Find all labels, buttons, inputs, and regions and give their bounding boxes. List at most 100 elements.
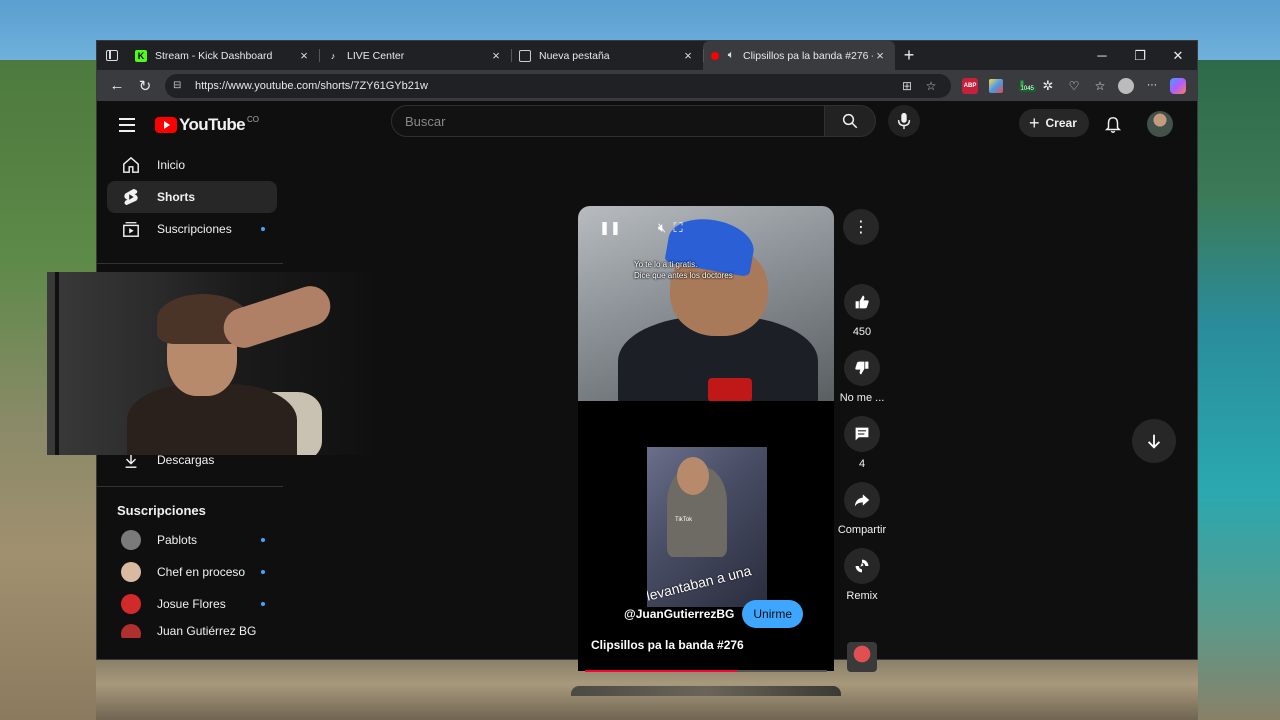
comments-action: 4 [837,416,887,470]
channel-handle[interactable]: @JuanGutierrezBG [624,607,734,621]
pause-icon[interactable]: ❚❚ [598,218,622,238]
share-action: Compartir [837,482,887,536]
subscription-item-chef-en-proceso[interactable]: Chef en proceso [107,556,277,588]
copilot-button[interactable] [1165,73,1191,99]
short-video-player[interactable]: ❚❚ 🔇︎ ⛶ Yo te lo a ti gratis. Dice que a… [578,206,834,401]
account-avatar[interactable] [1147,111,1173,137]
adblock-extension[interactable]: ABP [957,73,983,99]
app-available-icon[interactable]: ⊞ [895,79,919,93]
share-label: Compartir [837,524,887,536]
next-short-button[interactable] [1132,419,1176,463]
close-tab-icon[interactable]: × [873,48,887,63]
video-frame-shape [708,378,752,401]
notifications-button[interactable] [1101,113,1125,137]
new-tab-button[interactable]: + [895,45,923,66]
short-video-lower[interactable]: TikTok levantaban a una [578,401,834,671]
actions-rail: 450 No me ... 4 Compartir Remix [837,284,887,614]
favorites-button[interactable]: ☆ [1087,73,1113,99]
close-tab-icon[interactable]: × [297,48,311,63]
channel-name: Chef en proceso [157,565,246,579]
share-icon [854,494,870,507]
photos-extension[interactable] [983,73,1009,99]
browser-essentials-button[interactable]: ♡ [1061,73,1087,99]
sidebar-item-label: Inicio [157,158,186,172]
search-icon [842,113,858,129]
youtube-logo[interactable]: YouTube CO [155,115,259,135]
favorite-star-icon[interactable]: ☆ [919,79,943,93]
sidebar-item-inicio[interactable]: Inicio [107,149,277,181]
thumbs-up-icon [855,295,869,309]
tab-new-tab[interactable]: Nueva pestaña × [511,41,703,70]
sidebar-item-suscripciones[interactable]: Suscripciones [107,213,277,245]
join-button[interactable]: Unirme [742,600,804,628]
more-dots-icon: ⋯ [1147,80,1157,91]
share-button[interactable] [844,482,880,518]
fullscreen-icon[interactable]: ⛶ [666,218,690,238]
webcam-shape [55,272,59,455]
search-button[interactable] [824,105,876,137]
remix-action: Remix [837,548,887,602]
download-extension[interactable]: ⬇1045 [1009,73,1036,99]
thumbs-down-icon [855,361,869,375]
comments-button[interactable] [844,416,880,452]
sidebar-item-shorts[interactable]: Shorts [107,181,277,213]
extensions-button[interactable]: ✲ [1035,73,1061,99]
kick-icon: K [135,49,147,62]
tab-youtube-short[interactable]: 🔈︎ Clipsillos pa la banda #276 - × [703,41,895,70]
site-info-icon[interactable]: ⊟ [173,80,187,91]
settings-menu-button[interactable]: ⋯ [1139,73,1165,99]
subscription-item-juan-gutierrez[interactable]: Juan Gutiérrez BG [107,620,277,638]
restore-icon[interactable]: ❐ [1121,41,1159,70]
clip-overlay-text: levantaban a una [647,562,753,604]
minimize-icon[interactable]: ─ [1083,41,1121,70]
url-text[interactable]: https://www.youtube.com/shorts/7ZY61GYb2… [195,80,895,92]
microphone-icon [897,112,911,130]
dislike-button[interactable] [844,350,880,386]
workspaces-button[interactable] [97,41,127,70]
video-progress-bar[interactable] [585,670,827,672]
close-tab-icon[interactable]: × [489,48,503,63]
logo-text: YouTube [179,115,246,134]
sidebar-item-label: Shorts [157,190,196,204]
tab-strip: K Stream - Kick Dashboard × ♪ LIVE Cente… [97,41,1197,70]
like-button[interactable] [844,284,880,320]
voice-search-button[interactable] [888,105,920,137]
address-bar[interactable]: ⊟ https://www.youtube.com/shorts/7ZY61GY… [165,73,951,98]
channel-avatar [121,562,141,582]
search-placeholder: Buscar [405,113,446,129]
back-icon[interactable]: ← [103,73,131,99]
channel-avatar [121,594,141,614]
copilot-icon [1170,77,1186,94]
plus-icon: + [1029,112,1040,133]
profile-button[interactable] [1113,73,1139,99]
search-input[interactable]: Buscar [391,105,825,137]
new-content-dot [261,602,265,606]
close-tab-icon[interactable]: × [681,48,695,63]
arrow-down-icon [1147,434,1161,449]
tiktok-watermark: TikTok [675,517,693,523]
clip-shape [677,457,709,495]
create-label: Crear [1045,116,1077,130]
bell-icon [1104,117,1122,133]
subscription-item-pablots[interactable]: Pablots [107,524,277,556]
adblock-icon: ABP [962,77,978,94]
tab-title: Stream - Kick Dashboard [155,49,273,62]
next-short-preview[interactable] [571,686,841,696]
like-count: 450 [852,326,872,338]
subscription-item-josue-flores[interactable]: Josue Flores [107,588,277,620]
speaker-icon[interactable]: 🔈︎ [725,49,737,62]
short-title[interactable]: Clipsillos pa la banda #276 [591,638,744,652]
close-window-icon[interactable]: ✕ [1159,41,1197,70]
remix-button[interactable] [844,548,880,584]
video-caption: Yo te lo a ti gratis. Dice que antes los… [634,259,733,281]
sidebar-divider [97,486,283,487]
new-tab-page-icon [519,49,531,62]
create-button[interactable]: + Crear [1019,109,1089,137]
menu-icon[interactable] [107,105,147,145]
tab-kick-dashboard[interactable]: K Stream - Kick Dashboard × [127,41,319,70]
remix-label: Remix [846,590,878,602]
more-options-icon[interactable]: ⋮ [843,209,879,245]
tab-live-center[interactable]: ♪ LIVE Center × [319,41,511,70]
audio-source-avatar[interactable] [847,642,877,672]
reload-icon[interactable]: ↻ [131,73,159,99]
